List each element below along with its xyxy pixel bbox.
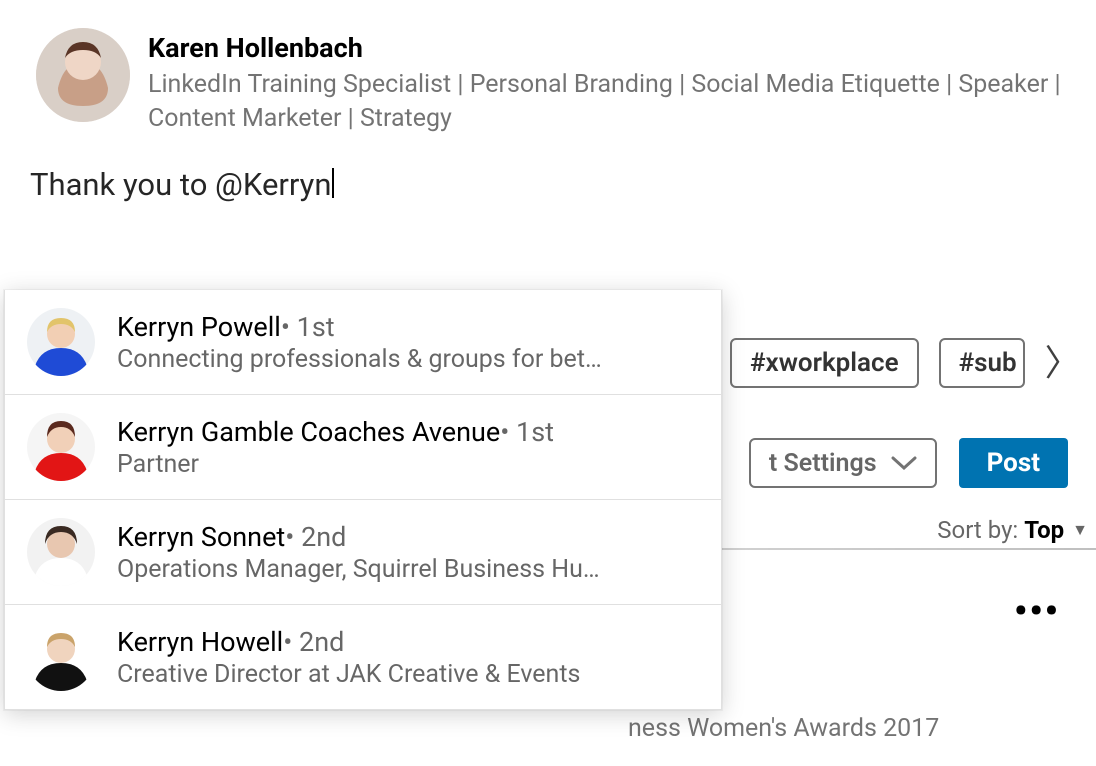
- card-overflow-menu[interactable]: •••: [1014, 590, 1060, 632]
- post-button-label: Post: [987, 448, 1040, 478]
- mention-name-row: Kerryn Gamble Coaches Avenue• 1st: [117, 416, 701, 448]
- compose-area[interactable]: Thank you to @Kerryn: [0, 148, 1096, 288]
- connection-degree: 1st: [516, 416, 554, 448]
- hashtag-label: #xworkplace: [750, 348, 899, 378]
- mention-name: Kerryn Gamble Coaches Avenue: [117, 416, 500, 448]
- mention-subtitle: Creative Director at JAK Creative & Even…: [117, 660, 701, 689]
- triangle-down-icon: ▼: [1072, 520, 1088, 540]
- author-name[interactable]: Karen Hollenbach: [148, 32, 1066, 64]
- mention-subtitle: Operations Manager, Squirrel Business Hu…: [117, 555, 701, 584]
- composer-header: Karen Hollenbach LinkedIn Training Speci…: [0, 0, 1096, 148]
- avatar: [27, 413, 95, 481]
- mention-name-row: Kerryn Howell• 2nd: [117, 626, 701, 658]
- hashtag-pill[interactable]: #sub: [939, 338, 1025, 388]
- author-meta: Karen Hollenbach LinkedIn Training Speci…: [148, 28, 1066, 136]
- mention-subtitle: Partner: [117, 450, 701, 479]
- avatar: [27, 518, 95, 586]
- mention-name: Kerryn Howell: [117, 626, 283, 658]
- avatar-icon: [27, 518, 95, 586]
- mention-name-row: Kerryn Sonnet• 2nd: [117, 521, 701, 553]
- sort-value: Top: [1024, 516, 1064, 544]
- author-headline: LinkedIn Training Specialist | Personal …: [148, 68, 1066, 136]
- avatar-icon: [36, 28, 130, 122]
- mention-name-row: Kerryn Powell• 1st: [117, 311, 701, 343]
- mention-suggestion-item[interactable]: Kerryn Sonnet• 2nd Operations Manager, S…: [5, 500, 721, 605]
- avatar: [27, 623, 95, 691]
- mention-suggestion-item[interactable]: Kerryn Gamble Coaches Avenue• 1st Partne…: [5, 395, 721, 500]
- compose-text[interactable]: Thank you to @Kerryn: [30, 166, 334, 203]
- mention-suggestion-dropdown: Kerryn Powell• 1st Connecting profession…: [4, 290, 722, 710]
- connection-degree: 2nd: [299, 626, 344, 658]
- author-avatar[interactable]: [36, 28, 130, 122]
- connection-degree: 1st: [297, 311, 335, 343]
- settings-label: t Settings: [769, 449, 877, 478]
- sort-control[interactable]: Sort by: Top ▼: [917, 510, 1096, 550]
- mention-subtitle: Connecting professionals & groups for be…: [117, 345, 701, 374]
- hashtag-label: #sub: [959, 348, 1017, 378]
- mention-suggestion-item[interactable]: Kerryn Powell• 1st Connecting profession…: [5, 290, 721, 395]
- feed-card-headline-fragment: ness Women's Awards 2017: [628, 714, 939, 743]
- avatar: [27, 308, 95, 376]
- mention-suggestion-item[interactable]: Kerryn Howell• 2nd Creative Director at …: [5, 605, 721, 709]
- avatar-icon: [27, 623, 95, 691]
- connection-degree: 2nd: [301, 521, 346, 553]
- hashtag-pill[interactable]: #xworkplace: [730, 338, 919, 388]
- chevron-right-icon[interactable]: 〉: [1045, 345, 1081, 381]
- mention-name: Kerryn Powell: [117, 311, 281, 343]
- post-button[interactable]: Post: [959, 438, 1068, 488]
- mention-name: Kerryn Sonnet: [117, 521, 285, 553]
- post-settings-button[interactable]: t Settings: [749, 438, 937, 488]
- avatar-icon: [27, 308, 95, 376]
- avatar-icon: [27, 413, 95, 481]
- sort-label: Sort by:: [937, 516, 1018, 544]
- chevron-down-icon: [891, 451, 917, 475]
